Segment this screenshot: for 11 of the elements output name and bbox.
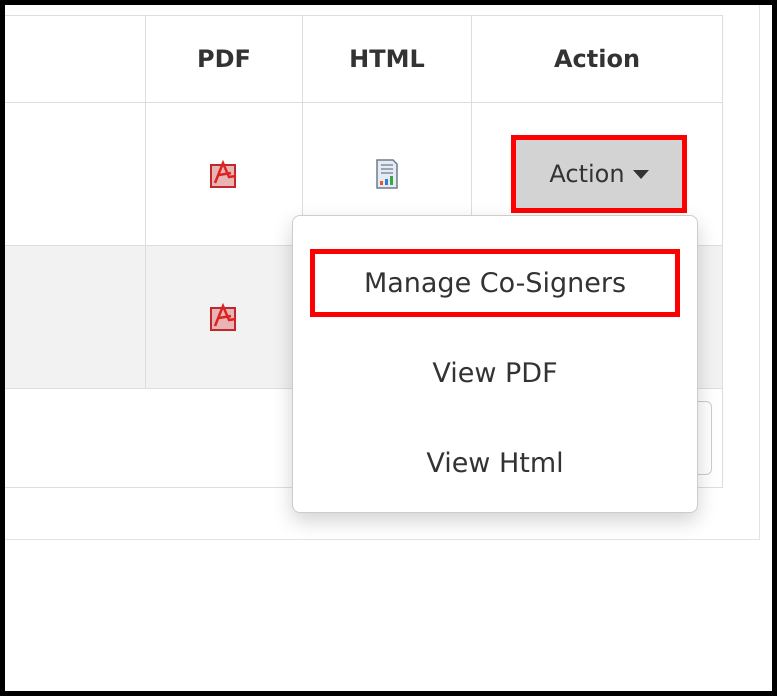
menu-item[interactable]: View Html: [310, 429, 680, 497]
action-button[interactable]: Action: [511, 135, 687, 213]
caret-icon: [632, 170, 649, 178]
menu-item[interactable]: Manage Co-Signers: [310, 249, 680, 317]
column-header: Action: [471, 16, 722, 102]
menu-item[interactable]: View PDF: [310, 339, 680, 407]
column-header: PDF: [145, 16, 302, 102]
column-header: HTML: [302, 16, 471, 102]
document-chart-icon[interactable]: [375, 159, 399, 189]
pdf-icon[interactable]: [209, 159, 239, 189]
pdf-icon[interactable]: [209, 302, 239, 332]
